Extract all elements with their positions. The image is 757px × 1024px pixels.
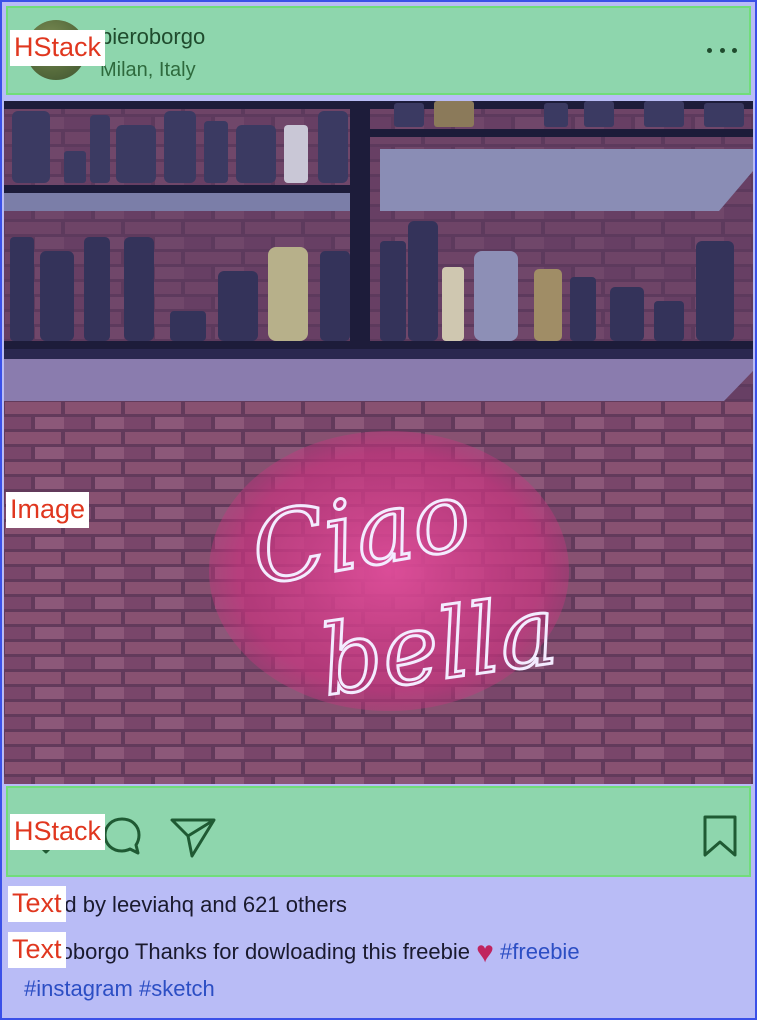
heart-emoji: ♥ [476, 936, 494, 969]
more-horizontal-icon[interactable] [707, 40, 737, 60]
bookmark-icon[interactable] [701, 814, 739, 858]
post-image-art: Ciao bella [4, 101, 753, 784]
comment-icon[interactable] [100, 814, 144, 858]
caption-text: pieroborgo Thanks for dowloading this fr… [24, 934, 724, 1007]
overlay-label-image: Image [6, 492, 90, 528]
overlay-label-actions: HStack [10, 814, 106, 850]
post-image: Ciao bella [4, 101, 753, 784]
username[interactable]: pieroborgo [100, 24, 205, 50]
hashtag-sketch[interactable]: #sketch [139, 976, 215, 1001]
overlay-label-likes: Text [8, 886, 66, 922]
hashtag-instagram[interactable]: #instagram [24, 976, 133, 1001]
likes-text[interactable]: Liked by leeviahq and 621 others [24, 892, 347, 918]
post-actions [6, 786, 751, 877]
overlay-label-header: HStack [10, 30, 106, 66]
post-header: pieroborgo Milan, Italy [6, 6, 751, 95]
hashtag-freebie[interactable]: #freebie [500, 939, 580, 964]
caption-body: Thanks for dowloading this freebie [129, 939, 477, 964]
overlay-label-caption: Text [8, 932, 66, 968]
location[interactable]: Milan, Italy [100, 59, 196, 82]
send-icon[interactable] [168, 812, 218, 862]
post-card: pieroborgo Milan, Italy Ciao bella Liked… [0, 0, 757, 1020]
